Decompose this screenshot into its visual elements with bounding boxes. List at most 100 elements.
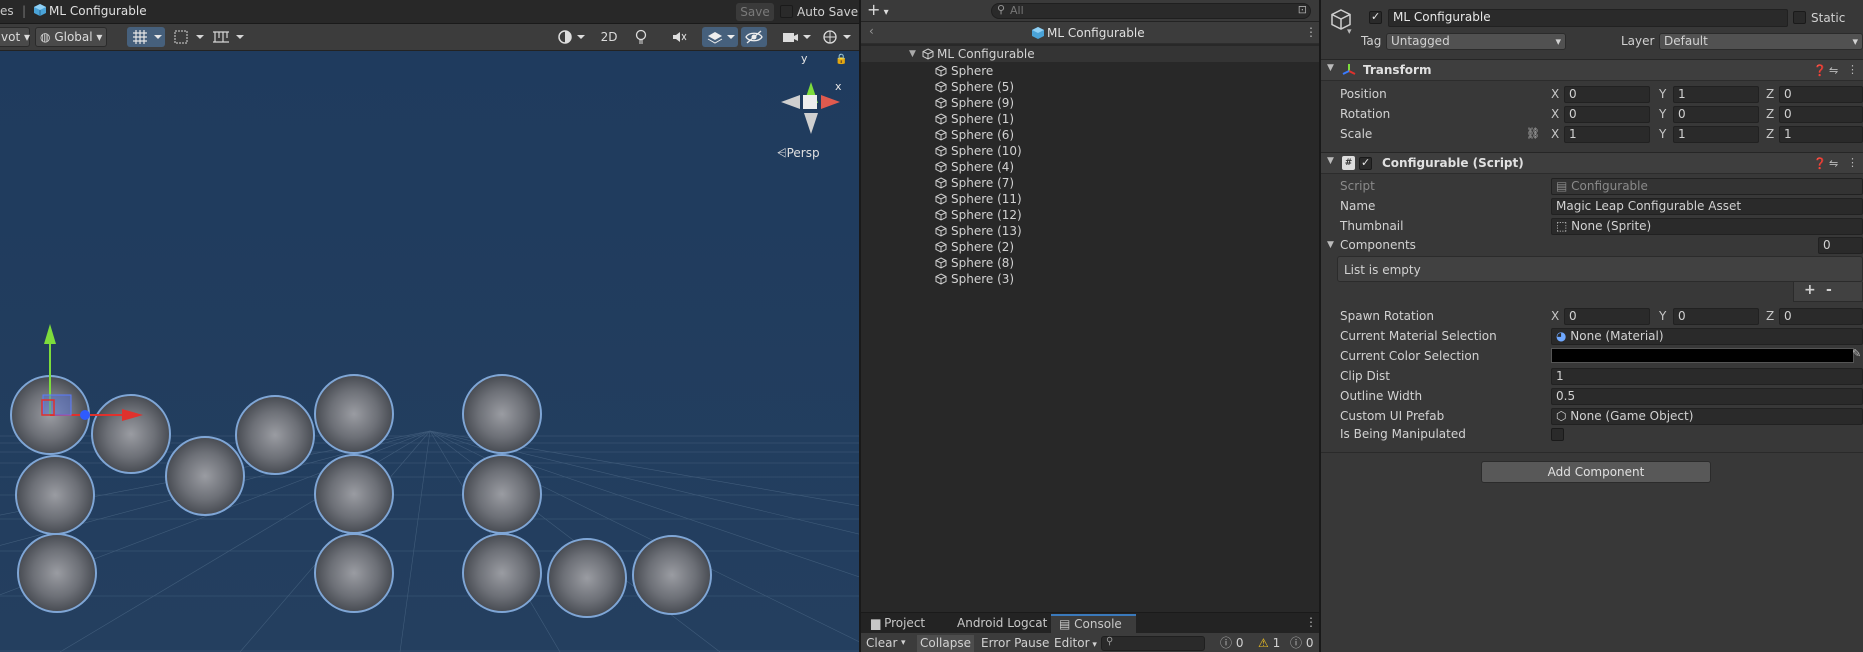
hierarchy-item[interactable]: Sphere: [861, 63, 1319, 79]
expand-arrow-icon[interactable]: ▼: [909, 46, 916, 62]
2d-toggle[interactable]: 2D: [594, 27, 624, 47]
create-button[interactable]: + ▾: [867, 0, 889, 19]
tab-android-logcat[interactable]: Android Logcat: [949, 614, 1055, 633]
position-y-field[interactable]: 1: [1673, 86, 1759, 103]
audio-toggle[interactable]: [666, 27, 692, 47]
outline-width-field[interactable]: 0.5: [1551, 388, 1863, 405]
static-checkbox[interactable]: [1793, 11, 1806, 24]
presets-icon[interactable]: ⇋: [1829, 64, 1838, 77]
tab-project[interactable]: ▆ Project: [863, 614, 933, 633]
grid-snap-toggle[interactable]: [127, 27, 165, 47]
collapse-toggle[interactable]: Collapse: [917, 635, 974, 652]
add-component-button[interactable]: Add Component: [1481, 461, 1711, 483]
scale-x-field[interactable]: 1: [1564, 126, 1650, 143]
list-add-button[interactable]: +: [1804, 282, 1816, 298]
icon-dropdown-arrow[interactable]: ▾: [1347, 27, 1352, 37]
hierarchy-item[interactable]: Sphere (8): [861, 255, 1319, 271]
help-icon[interactable]: ❓: [1813, 157, 1827, 170]
hierarchy-item[interactable]: Sphere (6): [861, 127, 1319, 143]
rotation-z-field[interactable]: 0: [1779, 106, 1863, 123]
link-off-icon[interactable]: ⛓: [1526, 127, 1540, 140]
scene-viewport[interactable]: y x 🔒 ⩤Persp: [0, 51, 859, 652]
help-icon[interactable]: ❓: [1813, 64, 1827, 77]
lock-icon[interactable]: 🔒: [835, 54, 847, 65]
components-fold-icon[interactable]: ▼: [1327, 240, 1334, 250]
clear-button[interactable]: Clear: [863, 635, 900, 652]
script-component-header[interactable]: ▼ # Configurable (Script) ❓ ⇋ ⋮: [1321, 152, 1863, 174]
hierarchy-root-item[interactable]: ▼ ML Configurable: [861, 46, 1319, 62]
editor-dropdown[interactable]: Editor ▾: [1051, 635, 1100, 652]
warning-count-toggle[interactable]: ⚠ 1: [1255, 635, 1283, 652]
scene-tab-title[interactable]: ML Configurable: [49, 4, 147, 18]
position-z-field[interactable]: 0: [1779, 86, 1863, 103]
position-x-field[interactable]: 0: [1564, 86, 1650, 103]
is-being-manipulated-checkbox[interactable]: [1551, 428, 1564, 441]
script-enabled-checkbox[interactable]: [1359, 156, 1372, 170]
console-search[interactable]: ⚲: [1101, 636, 1205, 651]
scene-visibility-toggle[interactable]: [741, 27, 767, 47]
rotation-x-field[interactable]: 0: [1564, 106, 1650, 123]
save-button[interactable]: Save: [736, 3, 774, 21]
presets-icon[interactable]: ⇋: [1829, 157, 1838, 170]
perspective-label[interactable]: ⩤Persp: [777, 146, 820, 161]
hierarchy-item[interactable]: Sphere (12): [861, 207, 1319, 223]
console-menu-icon[interactable]: ⋮: [1305, 615, 1317, 629]
hierarchy-item[interactable]: Sphere (1): [861, 111, 1319, 127]
clear-options-dropdown[interactable]: ▾: [898, 635, 909, 652]
custom-ui-prefab-field[interactable]: ⬡ None (Game Object): [1551, 408, 1863, 425]
global-dropdown[interactable]: ◍ Global ▾: [35, 27, 107, 47]
auto-save-checkbox[interactable]: [780, 5, 793, 18]
camera-dropdown[interactable]: [778, 27, 814, 47]
hierarchy-item[interactable]: Sphere (3): [861, 271, 1319, 287]
tab-console[interactable]: ▤ Console: [1051, 614, 1136, 633]
material-selection-field[interactable]: ◕ None (Material): [1551, 328, 1863, 345]
script-file-icon: ▤: [1556, 179, 1572, 193]
hierarchy-search[interactable]: ⚲ All ⊡: [991, 3, 1311, 19]
draw-mode-dropdown[interactable]: [553, 27, 589, 47]
fold-arrow-icon[interactable]: ▼: [1327, 156, 1334, 166]
gizmos-dropdown[interactable]: [818, 27, 854, 47]
hierarchy-item[interactable]: Sphere (9): [861, 95, 1319, 111]
ruler-toggle[interactable]: [209, 27, 247, 47]
search-filter-icon[interactable]: ⊡: [1298, 3, 1307, 16]
object-name-field[interactable]: ML Configurable: [1388, 9, 1788, 27]
spawn-rotation-y-field[interactable]: 0: [1673, 308, 1759, 325]
eyedropper-icon[interactable]: ✎: [1852, 347, 1861, 360]
list-remove-button[interactable]: -: [1826, 282, 1832, 298]
hierarchy-item[interactable]: Sphere (11): [861, 191, 1319, 207]
scene-view[interactable]: es | ML Configurable Save Auto Save vot …: [0, 0, 859, 652]
tag-dropdown[interactable]: Untagged: [1386, 33, 1566, 50]
color-selection-swatch[interactable]: [1551, 348, 1854, 363]
hierarchy-item[interactable]: Sphere (13): [861, 223, 1319, 239]
error-count-toggle[interactable]: ⓘ 0: [1287, 635, 1316, 652]
context-menu-icon[interactable]: ⋮: [1847, 156, 1858, 169]
thumbnail-field[interactable]: ⬚ None (Sprite): [1551, 218, 1863, 235]
hierarchy-item[interactable]: Sphere (4): [861, 159, 1319, 175]
hierarchy-item[interactable]: Sphere (2): [861, 239, 1319, 255]
clip-dist-field[interactable]: 1: [1551, 368, 1863, 385]
prev-tab-label[interactable]: es: [0, 4, 14, 18]
hierarchy-item[interactable]: Sphere (5): [861, 79, 1319, 95]
increment-snap-toggle[interactable]: [169, 27, 207, 47]
name-field[interactable]: Magic Leap Configurable Asset: [1551, 198, 1863, 215]
more-menu-icon[interactable]: ⋮: [1305, 25, 1317, 39]
fold-arrow-icon[interactable]: ▼: [1327, 63, 1334, 73]
components-size-field[interactable]: 0: [1818, 237, 1863, 254]
active-checkbox[interactable]: [1369, 10, 1382, 24]
hierarchy-item[interactable]: Sphere (10): [861, 143, 1319, 159]
effects-dropdown[interactable]: [702, 27, 738, 47]
error-pause-toggle[interactable]: Error Pause: [978, 635, 1052, 652]
scale-z-field[interactable]: 1: [1779, 126, 1863, 143]
layer-dropdown[interactable]: Default: [1659, 33, 1863, 50]
back-chevron-icon[interactable]: ‹: [869, 24, 874, 38]
lighting-toggle[interactable]: [628, 27, 654, 47]
spawn-rotation-x-field[interactable]: 0: [1564, 308, 1650, 325]
info-count-toggle[interactable]: ⓘ 0: [1217, 635, 1246, 652]
rotation-y-field[interactable]: 0: [1673, 106, 1759, 123]
transform-header[interactable]: ▼ Transform ❓ ⇋ ⋮: [1321, 59, 1863, 81]
hierarchy-item[interactable]: Sphere (7): [861, 175, 1319, 191]
pivot-dropdown[interactable]: vot ▾: [0, 27, 30, 47]
scale-y-field[interactable]: 1: [1673, 126, 1759, 143]
context-menu-icon[interactable]: ⋮: [1847, 63, 1858, 76]
spawn-rotation-z-field[interactable]: 0: [1779, 308, 1863, 325]
